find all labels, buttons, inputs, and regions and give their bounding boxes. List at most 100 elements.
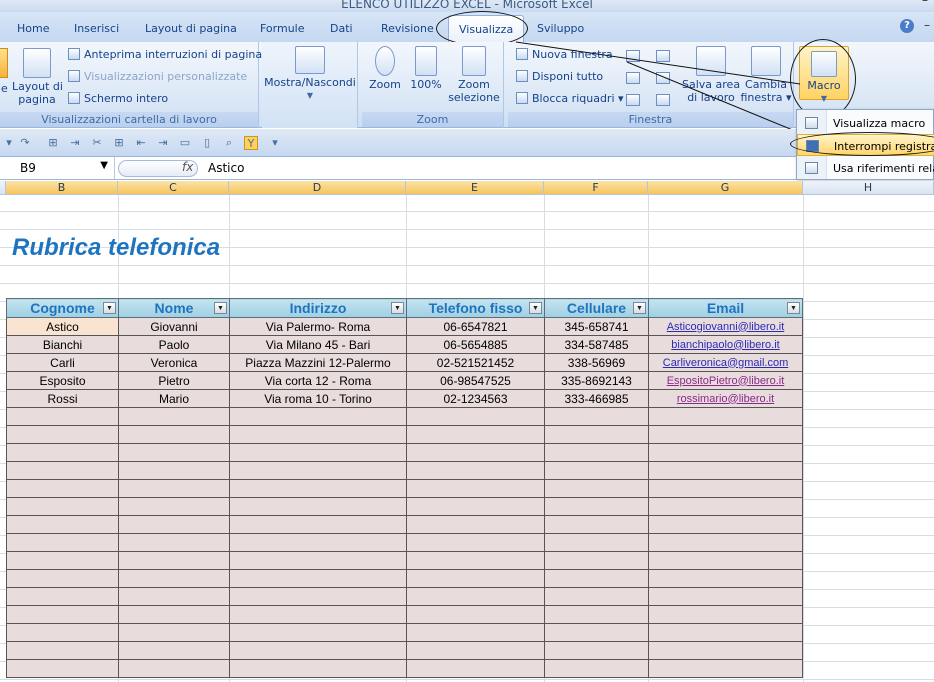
- email-link[interactable]: rossimario@libero.it: [648, 389, 803, 408]
- table-cell[interactable]: [544, 533, 649, 552]
- table-cell[interactable]: [544, 569, 649, 588]
- table-cell[interactable]: [6, 461, 119, 480]
- table-cell[interactable]: [406, 497, 545, 516]
- table-cell[interactable]: [544, 479, 649, 498]
- filter-dropdown-icon[interactable]: ▼: [529, 302, 542, 314]
- table-cell[interactable]: [6, 443, 119, 462]
- col-header-e[interactable]: E: [406, 181, 544, 195]
- table-cell[interactable]: Paolo: [118, 335, 230, 354]
- table-cell[interactable]: [118, 623, 230, 642]
- table-cell[interactable]: [229, 497, 407, 516]
- col-header-g[interactable]: G: [648, 181, 803, 195]
- table-cell[interactable]: [406, 551, 545, 570]
- table-cell[interactable]: [648, 515, 803, 534]
- table-cell[interactable]: [544, 515, 649, 534]
- email-link[interactable]: EspositoPietro@libero.it: [648, 371, 803, 390]
- table-cell[interactable]: [406, 533, 545, 552]
- table-cell[interactable]: [544, 407, 649, 426]
- name-box[interactable]: B9 ▼: [0, 157, 115, 179]
- table-cell[interactable]: [229, 407, 407, 426]
- table-cell[interactable]: [406, 659, 545, 678]
- table-cell[interactable]: Giovanni: [118, 317, 230, 336]
- table-cell[interactable]: [406, 461, 545, 480]
- table-cell[interactable]: [229, 659, 407, 678]
- table-cell[interactable]: [118, 461, 230, 480]
- table-cell[interactable]: [648, 425, 803, 444]
- new-document-icon[interactable]: ▯: [200, 136, 214, 150]
- table-cell[interactable]: [229, 605, 407, 624]
- table-cell[interactable]: [544, 425, 649, 444]
- table-cell[interactable]: [648, 569, 803, 588]
- col-header-d[interactable]: D: [229, 181, 406, 195]
- table-cell[interactable]: [648, 605, 803, 624]
- table-cell[interactable]: [118, 533, 230, 552]
- table-cell[interactable]: Rossi: [6, 389, 119, 408]
- table-cell[interactable]: [118, 551, 230, 570]
- table-cell[interactable]: 06-5654885: [406, 335, 545, 354]
- table-cell[interactable]: [6, 497, 119, 516]
- qat-tool-5-icon[interactable]: ⇤: [134, 136, 148, 150]
- table-cell[interactable]: 338-56969: [544, 353, 649, 372]
- menu-relative-refs[interactable]: Usa riferimenti relativi: [797, 157, 934, 179]
- table-cell[interactable]: [648, 533, 803, 552]
- table-cell[interactable]: [406, 641, 545, 660]
- table-cell[interactable]: [6, 425, 119, 444]
- filter-dropdown-icon[interactable]: ▼: [103, 302, 116, 314]
- table-cell[interactable]: [544, 641, 649, 660]
- table-cell[interactable]: [118, 479, 230, 498]
- filter-dropdown-icon[interactable]: ▼: [787, 302, 800, 314]
- table-cell[interactable]: Esposito: [6, 371, 119, 390]
- table-cell[interactable]: [6, 587, 119, 606]
- table-cell[interactable]: Via roma 10 - Torino: [229, 389, 407, 408]
- table-cell[interactable]: [118, 641, 230, 660]
- name-box-dropdown-icon[interactable]: ▼: [100, 160, 108, 171]
- qat-tool-1-icon[interactable]: ⊞: [46, 136, 60, 150]
- table-cell[interactable]: [118, 443, 230, 462]
- table-cell[interactable]: [648, 497, 803, 516]
- table-cell[interactable]: [406, 623, 545, 642]
- table-cell[interactable]: [118, 587, 230, 606]
- redo-icon[interactable]: ↷: [18, 136, 32, 150]
- print-preview-icon[interactable]: ⌕: [222, 136, 236, 150]
- table-cell[interactable]: [6, 533, 119, 552]
- col-header-h[interactable]: H: [803, 181, 934, 195]
- table-cell[interactable]: [648, 551, 803, 570]
- worksheet[interactable]: B C D E F G H Rubrica telefonica Cognome…: [0, 181, 934, 682]
- qat-tool-3-icon[interactable]: ✂: [90, 136, 104, 150]
- table-cell[interactable]: [406, 587, 545, 606]
- email-link[interactable]: bianchipaolo@libero.it: [648, 335, 803, 354]
- qat-tool-2-icon[interactable]: ⇥: [68, 136, 82, 150]
- table-cell[interactable]: Piazza Mazzini 12-Palermo: [229, 353, 407, 372]
- table-cell[interactable]: [648, 407, 803, 426]
- table-cell[interactable]: [6, 551, 119, 570]
- table-cell[interactable]: Via corta 12 - Roma: [229, 371, 407, 390]
- table-cell[interactable]: [118, 497, 230, 516]
- table-cell[interactable]: 06-98547525: [406, 371, 545, 390]
- table-cell[interactable]: Mario: [118, 389, 230, 408]
- col-header-b[interactable]: B: [6, 181, 118, 195]
- table-cell[interactable]: [118, 407, 230, 426]
- table-cell[interactable]: [544, 605, 649, 624]
- table-cell[interactable]: [229, 461, 407, 480]
- filter-dropdown-icon[interactable]: ▼: [214, 302, 227, 314]
- table-cell[interactable]: Via Palermo- Roma: [229, 317, 407, 336]
- table-cell[interactable]: [118, 569, 230, 588]
- table-cell[interactable]: [544, 623, 649, 642]
- qat-tool-4-icon[interactable]: ⊞: [112, 136, 126, 150]
- function-icon[interactable]: fx: [182, 160, 193, 174]
- table-cell[interactable]: 02-1234563: [406, 389, 545, 408]
- table-cell[interactable]: [229, 587, 407, 606]
- table-cell[interactable]: Veronica: [118, 353, 230, 372]
- formula-input[interactable]: Astico: [208, 161, 244, 175]
- col-header-c[interactable]: C: [118, 181, 229, 195]
- table-cell[interactable]: [648, 479, 803, 498]
- filter-dropdown-icon[interactable]: ▼: [633, 302, 646, 314]
- table-cell[interactable]: [229, 425, 407, 444]
- table-cell[interactable]: [544, 587, 649, 606]
- table-cell[interactable]: Bianchi: [6, 335, 119, 354]
- table-cell[interactable]: [544, 461, 649, 480]
- table-cell[interactable]: [406, 425, 545, 444]
- table-cell[interactable]: [648, 641, 803, 660]
- table-cell[interactable]: Astico: [6, 317, 119, 336]
- open-folder-icon[interactable]: ▭: [178, 136, 192, 150]
